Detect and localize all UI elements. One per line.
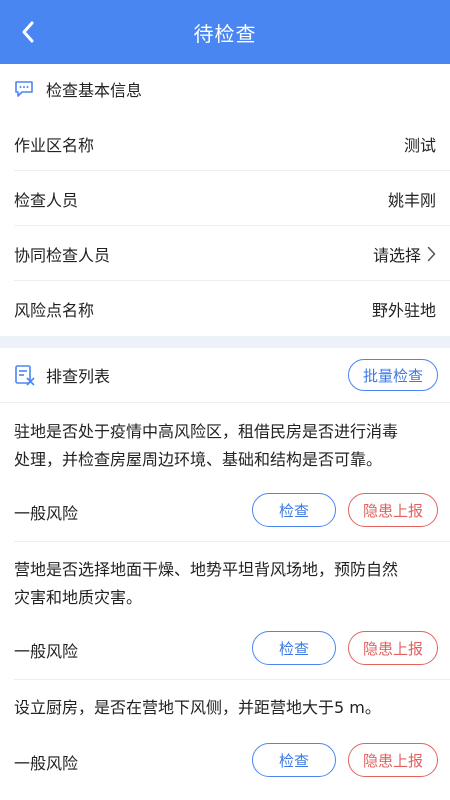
item-line: 驻地是否处于疫情中高风险区，租借民房是否进行消毒 [14,422,399,441]
checklist-title: 排查列表 [46,367,111,386]
item-line: 设立厨房，是否在营地下风侧，并距营地大于5 m。 [14,698,381,717]
risk-level: 一般风险 [14,754,79,773]
field-label: 检查人员 [14,190,79,210]
checklist-icon [15,365,35,386]
chevron-right-icon [427,246,436,261]
divider [0,402,450,403]
report-hazard-button[interactable]: 隐患上报 [348,631,438,665]
field-value: 测试 [403,135,436,155]
report-hazard-button[interactable]: 隐患上报 [348,743,438,777]
check-button[interactable]: 检查 [252,743,336,777]
top-bar: 待检查 [0,0,450,64]
field-inspector: 检查人员 姚丰刚 [0,171,450,226]
checklist-item-text: 营地是否选择地面干燥、地势平坦背风场地，预防自然 灾害和地质灾害。 [14,556,438,612]
checklist-item-actions: 一般风险 检查 隐患上报 [0,482,450,542]
basic-info-title: 检查基本信息 [46,81,143,100]
chat-bubble-icon [15,81,33,97]
field-work-area: 作业区名称 测试 [0,116,450,171]
co-inspector-select[interactable]: 请选择 [373,242,421,266]
divider [14,541,450,542]
checklist-item-text: 设立厨房，是否在营地下风侧，并距营地大于5 m。 [14,694,438,722]
item-line: 营地是否选择地面干燥、地势平坦背风场地，预防自然 [14,560,399,579]
field-value: 野外驻地 [371,300,436,320]
checklist-item-actions: 一般风险 检查 隐患上报 [0,732,450,792]
checklist-item-text: 驻地是否处于疫情中高风险区，租借民房是否进行消毒 处理，并检查房屋周边环境、基础… [14,418,438,474]
risk-level: 一般风险 [14,642,79,661]
field-value: 姚丰刚 [387,190,436,210]
field-label: 作业区名称 [14,135,95,155]
divider [14,679,450,680]
report-hazard-button[interactable]: 隐患上报 [348,493,438,527]
item-line: 处理，并检查房屋周边环境、基础和结构是否可靠。 [14,450,383,469]
field-label: 协同检查人员 [14,245,111,265]
check-button[interactable]: 检查 [252,493,336,527]
field-risk-point: 风险点名称 野外驻地 [0,281,450,336]
field-co-inspector[interactable]: 协同检查人员 请选择 [0,226,450,281]
chevron-left-icon [22,21,34,43]
checklist-item-actions: 一般风险 检查 隐患上报 [0,620,450,680]
batch-check-button[interactable]: 批量检查 [348,359,438,391]
back-button[interactable] [10,14,46,50]
field-label: 风险点名称 [14,300,95,320]
item-line: 灾害和地质灾害。 [14,588,143,607]
page-title: 待检查 [193,21,257,46]
basic-info-header: 检查基本信息 [0,64,450,114]
risk-level: 一般风险 [14,504,79,523]
check-button[interactable]: 检查 [252,631,336,665]
section-gap [0,336,450,348]
